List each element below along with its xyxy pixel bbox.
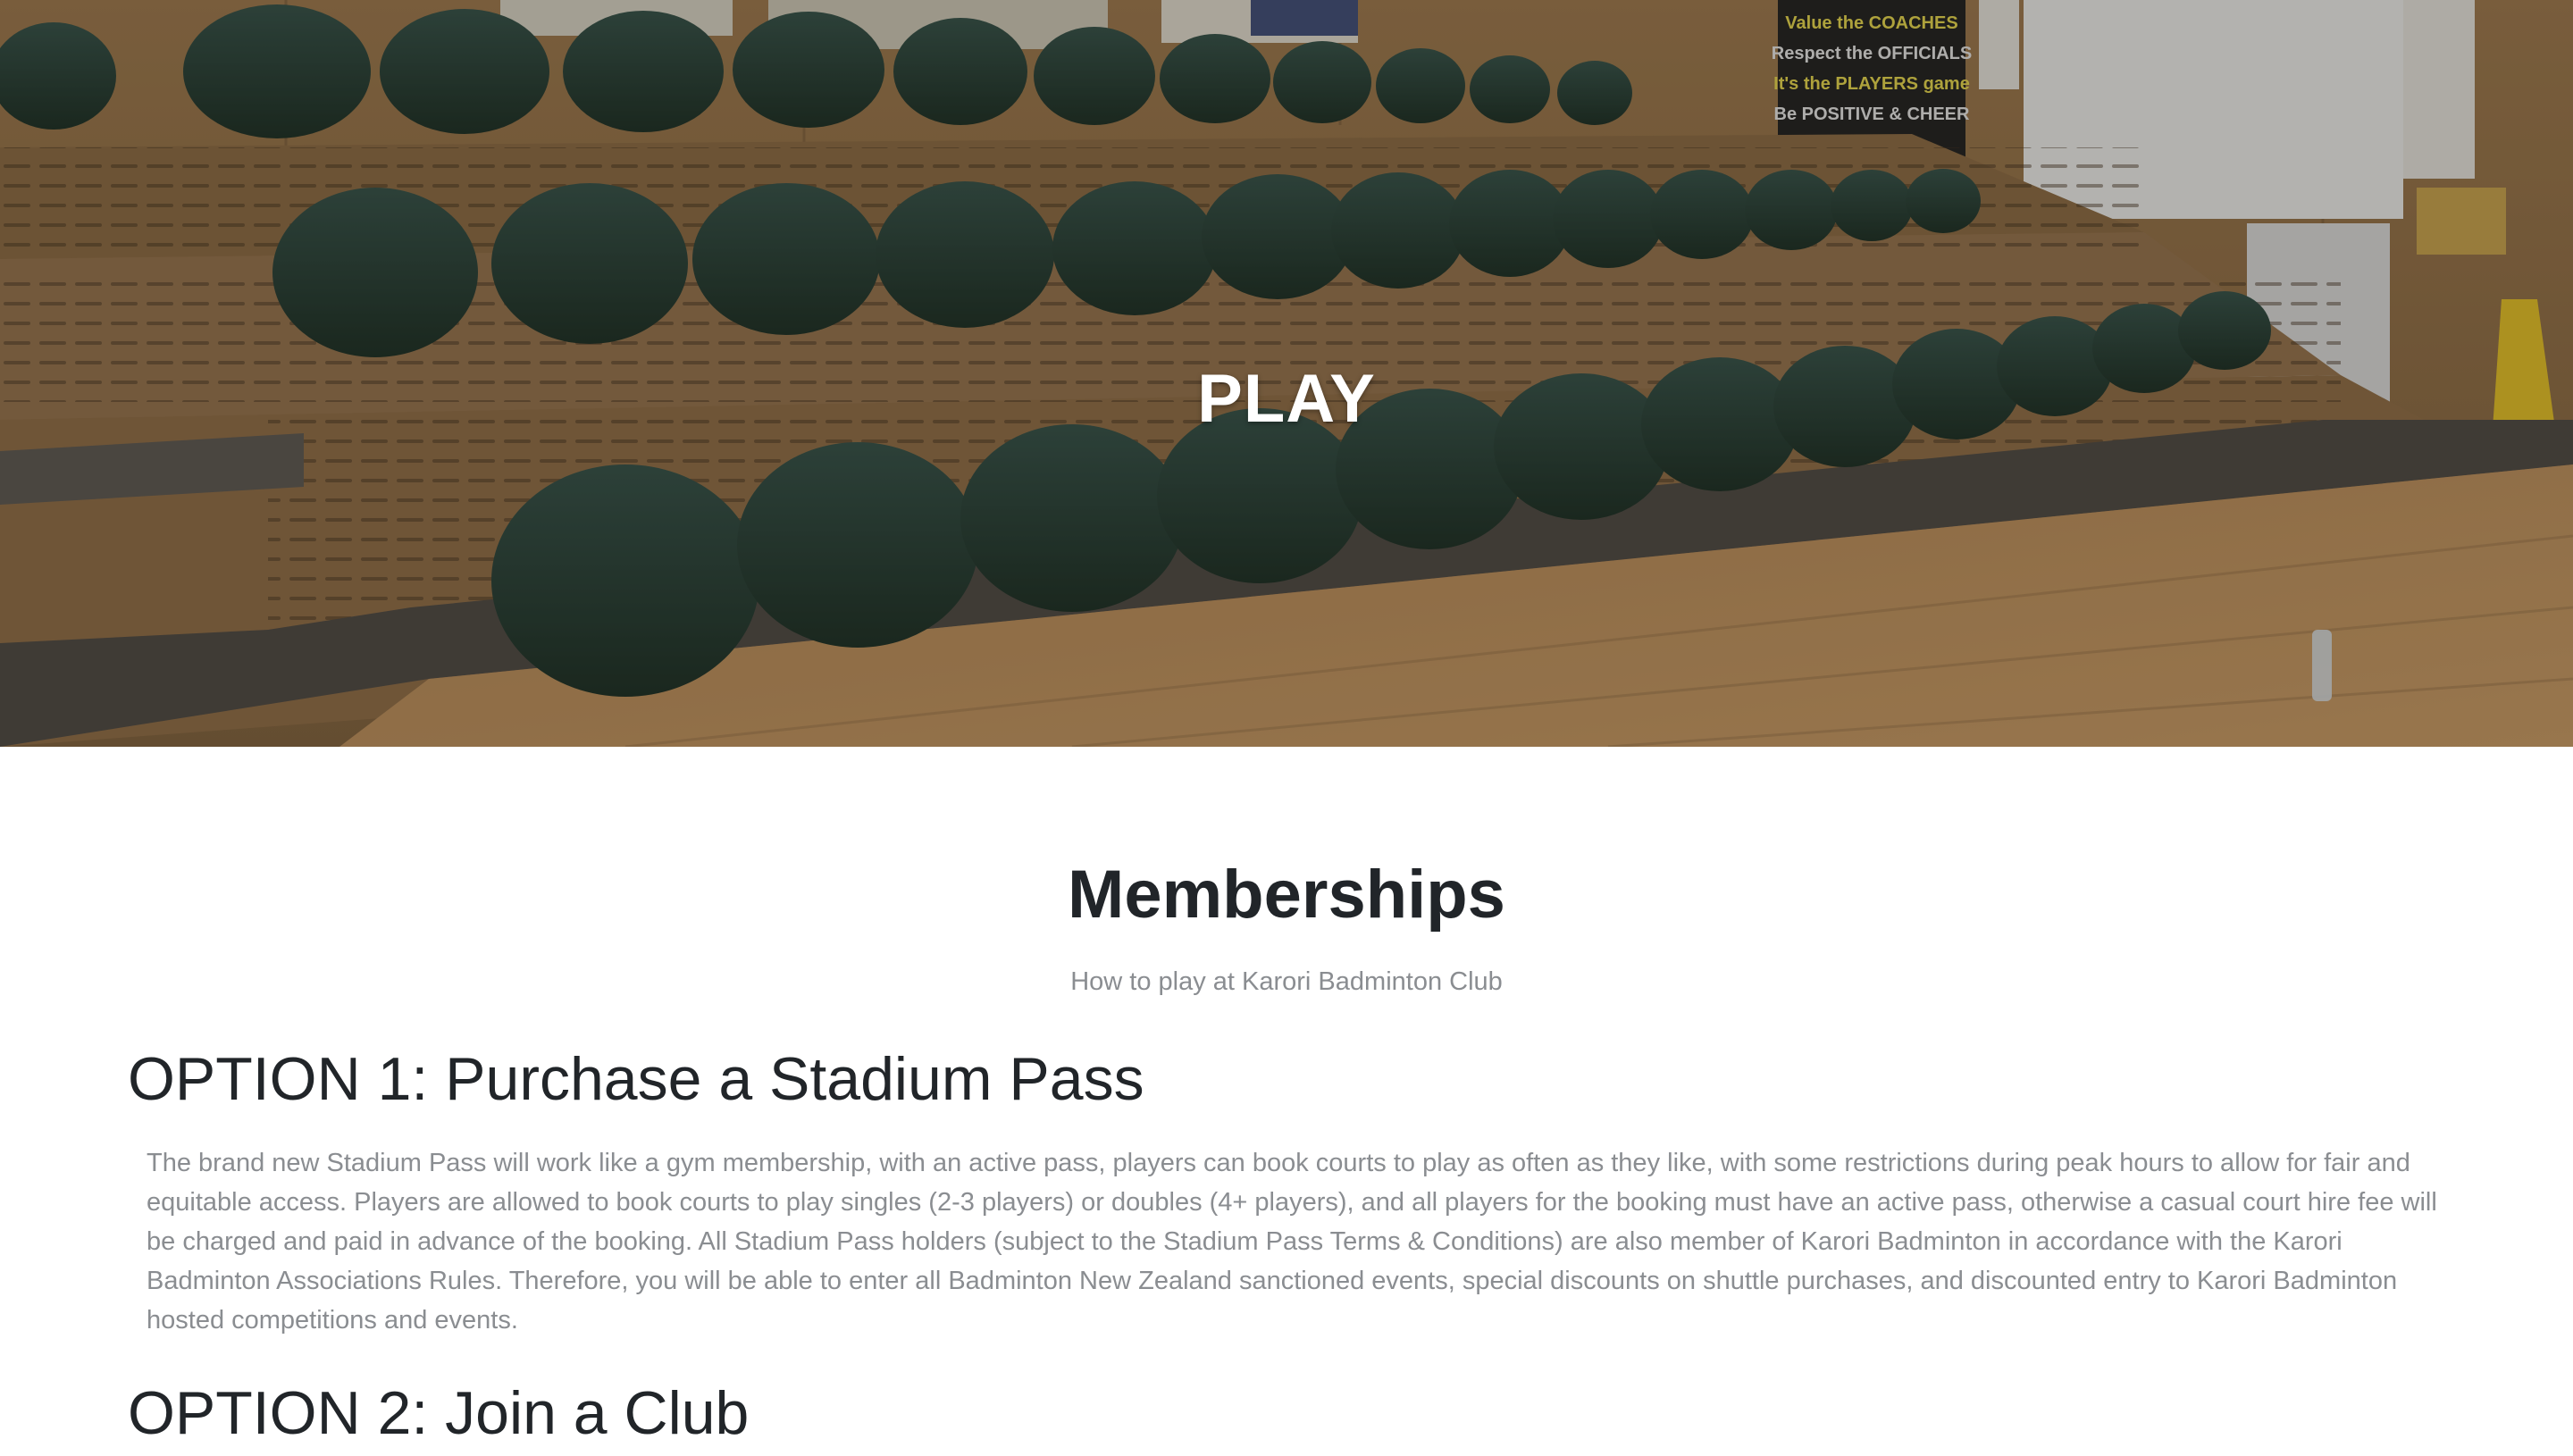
option-2-heading: OPTION 2: Join a Club [128, 1378, 750, 1447]
hero-banner: Value the COACHES Respect the OFFICIALS … [0, 0, 2573, 747]
option-1-heading: OPTION 1: Purchase a Stadium Pass [128, 1045, 1144, 1114]
hero-title: PLAY [1197, 360, 1376, 437]
section-title: Memberships [1068, 857, 1505, 933]
option-1-description: The brand new Stadium Pass will work lik… [147, 1148, 2437, 1335]
section-subtitle: How to play at Karori Badminton Club [1070, 967, 1503, 997]
memberships-section: Memberships How to play at Karori Badmin… [0, 747, 2573, 1450]
